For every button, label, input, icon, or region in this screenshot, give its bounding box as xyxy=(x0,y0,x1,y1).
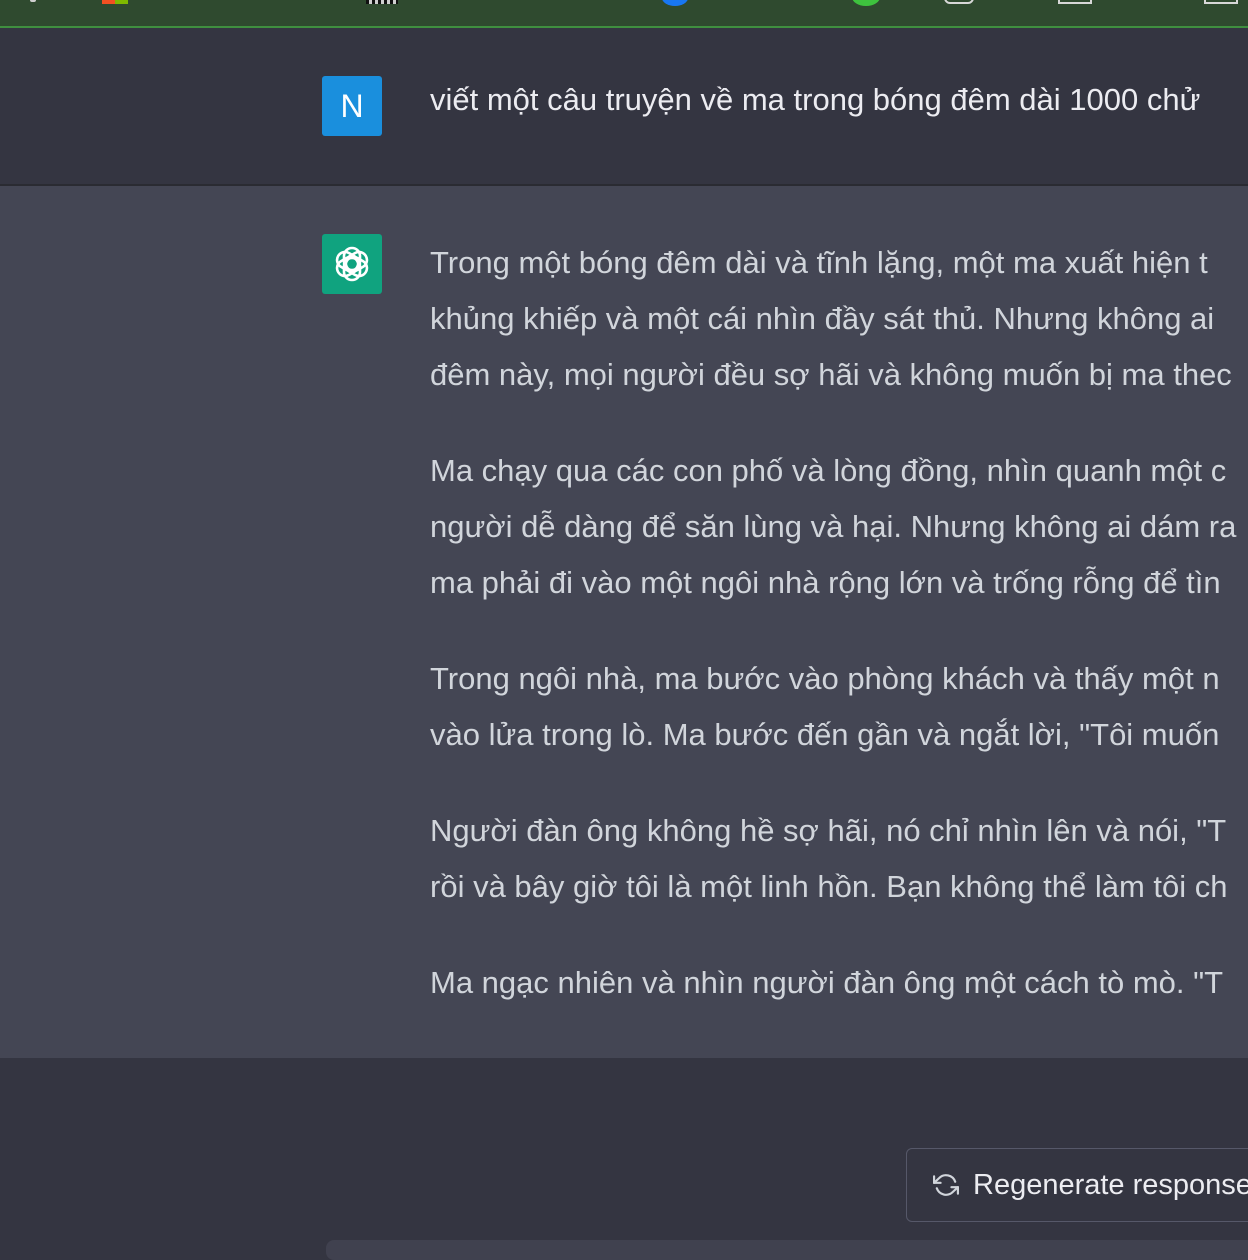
regenerate-response-button[interactable]: Regenerate response xyxy=(906,1148,1248,1222)
bookmark-icon[interactable] xyxy=(30,0,36,2)
paragraph-line: ma phải đi vào một ngôi nhà rộng lớn và … xyxy=(430,565,1221,600)
window-icon[interactable] xyxy=(1204,0,1238,4)
paragraph-line: người dễ dàng để săn lùng và hại. Nhưng … xyxy=(430,509,1237,544)
glasses-icon[interactable] xyxy=(944,0,974,4)
assistant-paragraph: Ma ngạc nhiên và nhìn người đàn ông một … xyxy=(430,955,1248,1011)
user-message-row: N viết một câu truyện về ma trong bóng đ… xyxy=(0,28,1248,186)
paragraph-line: Trong ngôi nhà, ma bước vào phòng khách … xyxy=(430,661,1220,696)
facebook-icon[interactable] xyxy=(662,0,688,6)
paragraph-line: đêm này, mọi người đều sợ hãi và không m… xyxy=(430,357,1232,392)
assistant-paragraph: Người đàn ông không hề sợ hãi, nó chỉ nh… xyxy=(430,803,1248,915)
paragraph-line: khủng khiếp và một cái nhìn đầy sát thủ.… xyxy=(430,301,1215,336)
assistant-paragraph: Ma chạy qua các con phố và lòng đồng, nh… xyxy=(430,443,1248,611)
assistant-paragraph: Trong một bóng đêm dài và tĩnh lặng, một… xyxy=(430,235,1248,403)
paragraph-line: Người đàn ông không hề sợ hãi, nó chỉ nh… xyxy=(430,813,1227,848)
openai-logo-icon xyxy=(335,246,369,282)
paragraph-line: rồi và bây giờ tôi là một linh hồn. Bạn … xyxy=(430,869,1228,904)
paragraph-line: Ma chạy qua các con phố và lòng đồng, nh… xyxy=(430,453,1227,488)
refresh-icon xyxy=(933,1174,959,1196)
window-icon[interactable] xyxy=(1058,0,1092,4)
chat-input-box[interactable] xyxy=(326,1240,1248,1260)
assistant-paragraph: Trong ngôi nhà, ma bước vào phòng khách … xyxy=(430,651,1248,763)
paragraph-line: Ma ngạc nhiên và nhìn người đàn ông một … xyxy=(430,965,1224,1000)
browser-bookmarks-bar xyxy=(0,0,1248,28)
paragraph-line: Trong một bóng đêm dài và tĩnh lặng, một… xyxy=(430,245,1208,280)
paragraph-line: vào lửa trong lò. Ma bước đến gần và ngắ… xyxy=(430,717,1220,752)
microsoft-icon[interactable] xyxy=(102,0,128,4)
regenerate-response-label: Regenerate response xyxy=(973,1168,1248,1201)
assistant-avatar xyxy=(322,234,382,294)
assistant-message-row: Trong một bóng đêm dài và tĩnh lặng, một… xyxy=(0,186,1248,1058)
user-avatar: N xyxy=(322,76,382,136)
bank-icon[interactable] xyxy=(366,0,398,4)
status-icon[interactable] xyxy=(852,0,880,6)
user-avatar-letter: N xyxy=(340,87,364,124)
user-message-text: viết một câu truyện về ma trong bóng đêm… xyxy=(430,82,1201,117)
